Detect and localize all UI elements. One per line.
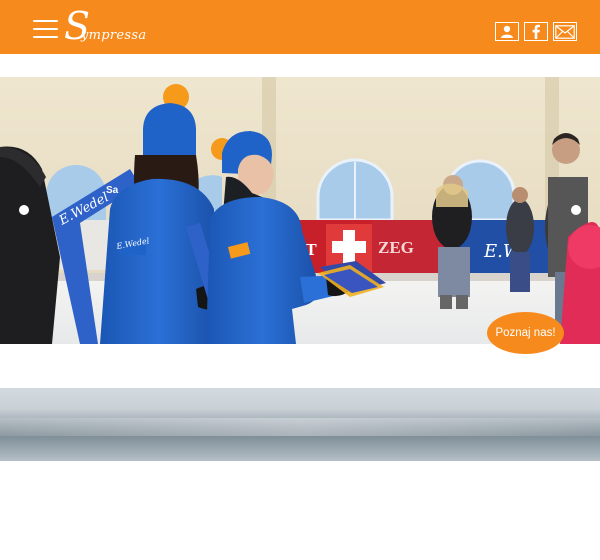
banner-mid-text: ZEG [378,238,414,257]
user-icon[interactable] [495,22,519,41]
facebook-icon[interactable] [524,22,548,41]
hamburger-menu-icon[interactable] [33,19,58,39]
hero-photo: ET ZEG E.W E.Wedel Sa [0,77,600,344]
logo-text: ympressa [81,28,147,43]
mail-icon[interactable] [553,22,577,41]
carousel-prev-dot[interactable] [19,205,29,215]
menu-line [33,20,58,22]
frame-partial-text: Sa [106,185,119,196]
hero-slider: ET ZEG E.W E.Wedel Sa [0,77,600,344]
top-navbar: S ympressa [0,0,600,54]
menu-line [33,28,58,30]
site-logo[interactable]: S ympressa [64,6,146,50]
poznaj-nas-button[interactable]: Poznaj nas! [487,312,564,354]
header-icons [495,22,577,41]
menu-line [33,36,58,38]
band-haze [0,418,600,436]
scenic-landscape-band [0,388,600,461]
carousel-next-dot[interactable] [571,205,581,215]
